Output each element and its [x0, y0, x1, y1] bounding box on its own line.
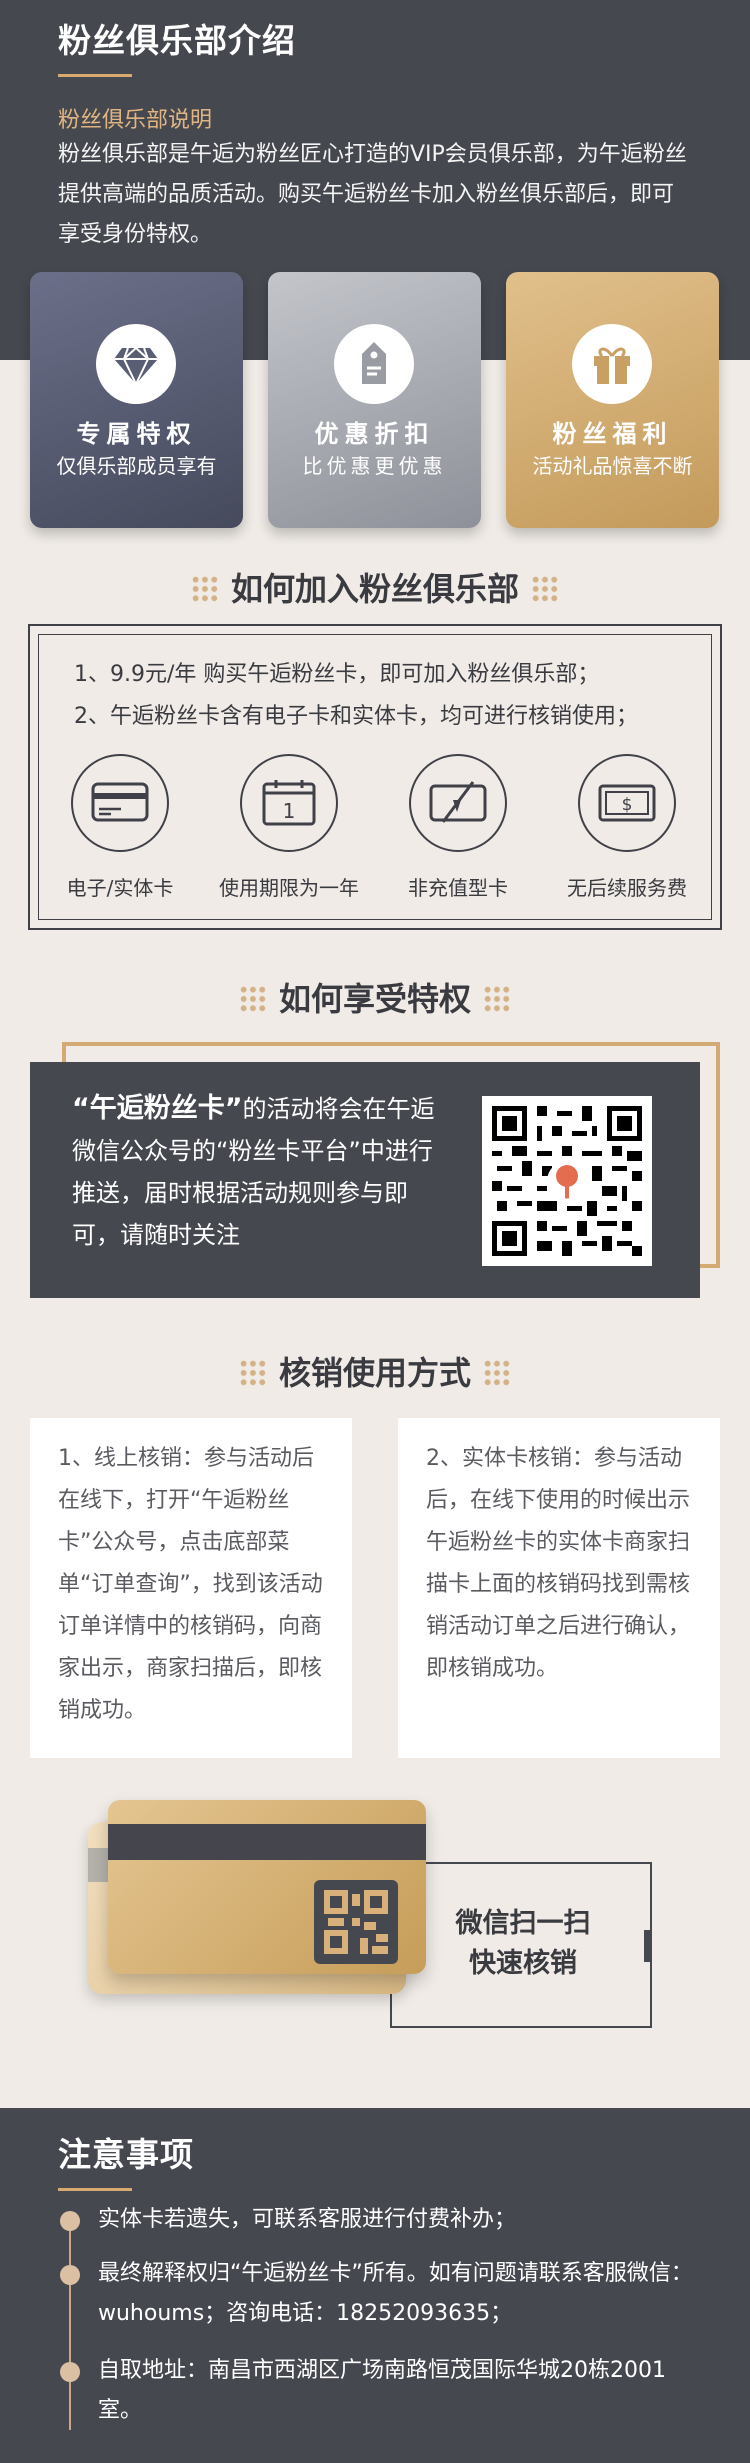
- card-qr-code: [314, 1880, 398, 1964]
- notice-timeline: [69, 2220, 71, 2430]
- join-line-2: 2、午逅粉丝卡含有电子卡和实体卡，均可进行核销使用；: [74, 704, 638, 729]
- notice-item-3: 自取地址：南昌市西湖区广场南路恒茂国际华城20栋2001室。: [98, 2358, 666, 2423]
- notice-title-underline: [58, 2188, 132, 2191]
- feature-subtitle: 活动礼品惊喜不断: [532, 454, 693, 478]
- qr-code-icon: [492, 1106, 642, 1256]
- feature-card-welfare: 粉丝福利 活动礼品惊喜不断: [506, 272, 719, 528]
- notice-bullet: [60, 2211, 80, 2231]
- dots-decoration: [238, 1359, 267, 1387]
- calendar-icon: 1: [240, 754, 338, 852]
- notice-title: 注意事项: [58, 2135, 194, 2174]
- feature-subtitle: 仅俱乐部成员享有: [56, 454, 217, 478]
- scan-verify-text: 微信扫一扫 快速核销: [438, 1904, 608, 1984]
- notice-bullet: [60, 2362, 80, 2382]
- join-title-text: 如何加入粉丝俱乐部: [230, 570, 519, 608]
- join-icon-label: 无后续服务费: [567, 876, 687, 900]
- offline-verify-box: 2、实体卡核销：参与活动后，在线下使用的时候出示午逅粉丝卡的实体卡商家扫描卡上面…: [398, 1418, 720, 1758]
- feature-card-discount: 优惠折扣 比优惠更优惠: [268, 272, 481, 528]
- no-recharge-card-icon: [409, 754, 507, 852]
- enjoy-emphasis: “午逅粉丝卡”: [72, 1093, 243, 1124]
- qr-code-icon: [324, 1890, 388, 1954]
- dots-decoration: [238, 985, 267, 1013]
- gift-icon: [594, 347, 630, 384]
- feature-title: 粉丝福利: [552, 420, 673, 448]
- join-icon-label: 使用期限为一年: [219, 876, 359, 900]
- online-verify-text: 1、线上核销：参与活动后在线下，打开“午逅粉丝卡”公众号，点击底部菜单“订单查询…: [58, 1446, 323, 1723]
- intro-title-underline: [58, 74, 132, 77]
- online-verify-box: 1、线上核销：参与活动后在线下，打开“午逅粉丝卡”公众号，点击底部菜单“订单查询…: [30, 1418, 352, 1758]
- banknote-icon: $: [578, 754, 676, 852]
- feature-subtitle: 比优惠更优惠: [302, 454, 447, 478]
- join-line-1: 1、9.9元/年 购买午逅粉丝卡，即可加入粉丝俱乐部；: [74, 662, 600, 687]
- enjoy-text: “午逅粉丝卡”的活动将会在午逅微信公众号的“粉丝卡平台”中进行推送，届时根据活动…: [72, 1088, 452, 1256]
- dots-decoration: [483, 985, 511, 1013]
- notice-item-2: 最终解释权归“午逅粉丝卡”所有。如有问题请联系客服微信：wuhoums；咨询电话…: [98, 2261, 693, 2326]
- dots-decoration: [531, 575, 559, 603]
- offline-verify-text: 2、实体卡核销：参与活动后，在线下使用的时候出示午逅粉丝卡的实体卡商家扫描卡上面…: [426, 1446, 691, 1681]
- feature-icon-circle: [96, 324, 176, 404]
- verify-section-title: 核销使用方式: [0, 1348, 750, 1394]
- feature-icon-circle: [334, 324, 414, 404]
- scan-line-1: 微信扫一扫: [455, 1908, 591, 1939]
- feature-title: 专属特权: [76, 420, 197, 448]
- enjoy-section-title: 如何享受特权: [0, 974, 750, 1020]
- scan-frame-tab: [644, 1930, 652, 1962]
- svg-text:1: 1: [283, 799, 296, 823]
- credit-card-icon: [71, 754, 169, 852]
- dots-decoration: [483, 1359, 511, 1387]
- fan-card-front: [108, 1800, 426, 1974]
- tag-icon: [362, 342, 386, 384]
- feature-title: 优惠折扣: [314, 420, 435, 448]
- enjoy-title-text: 如何享受特权: [278, 980, 471, 1018]
- dots-decoration: [190, 575, 219, 603]
- card-magnetic-stripe: [108, 1824, 426, 1860]
- intro-subtitle: 粉丝俱乐部说明: [58, 108, 213, 133]
- svg-text:$: $: [622, 795, 633, 815]
- join-section-title: 如何加入粉丝俱乐部: [0, 564, 750, 610]
- wechat-qr-code[interactable]: [482, 1096, 652, 1266]
- feature-card-exclusive: 专属特权 仅俱乐部成员享有: [30, 272, 243, 528]
- intro-title: 粉丝俱乐部介绍: [58, 21, 296, 60]
- fan-club-page: 粉丝俱乐部介绍 粉丝俱乐部说明 粉丝俱乐部是午逅为粉丝匠心打造的VIP会员俱乐部…: [0, 0, 750, 2463]
- diamond-icon: [114, 346, 158, 387]
- notice-bullet: [60, 2265, 80, 2285]
- scan-line-2: 快速核销: [469, 1948, 577, 1979]
- notice-item-1: 实体卡若遗失，可联系客服进行付费补办；: [98, 2207, 517, 2232]
- join-icon-label: 非充值型卡: [408, 876, 508, 900]
- verify-title-text: 核销使用方式: [278, 1354, 471, 1392]
- feature-icon-circle: [572, 324, 652, 404]
- join-icon-label: 电子/实体卡: [66, 876, 174, 900]
- intro-description: 粉丝俱乐部是午逅为粉丝匠心打造的VIP会员俱乐部，为午逅粉丝提供高端的品质活动。…: [58, 142, 687, 247]
